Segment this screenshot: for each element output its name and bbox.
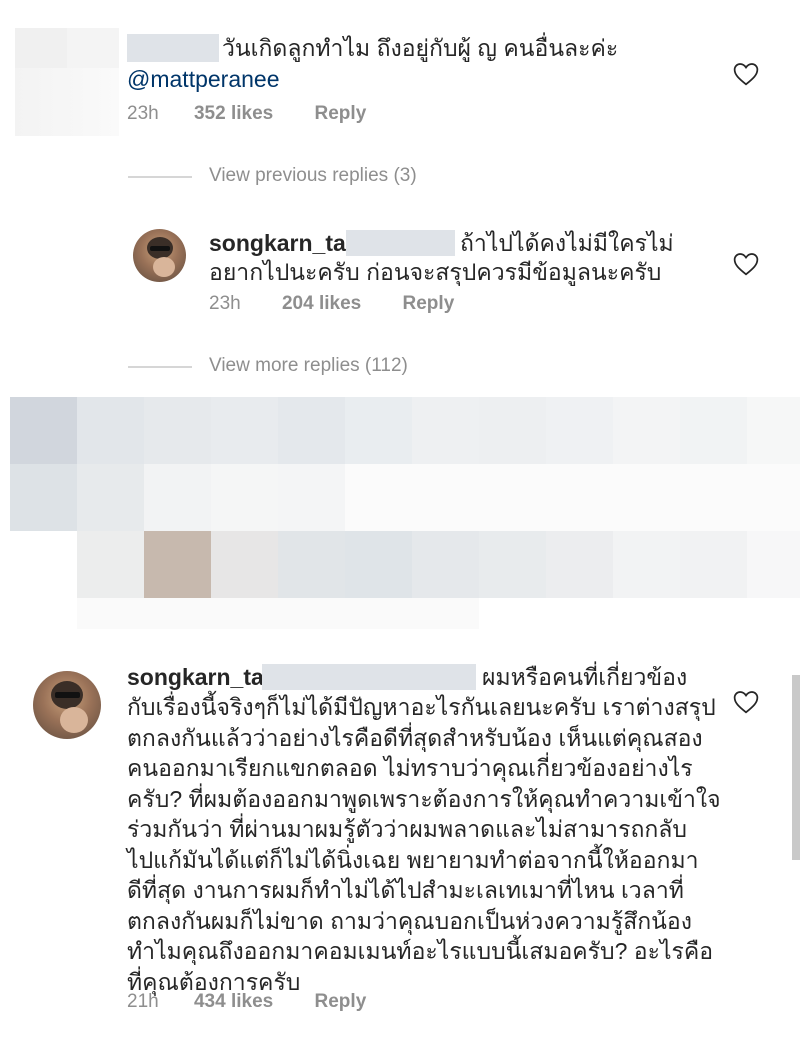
reply-button[interactable]: Reply (403, 293, 455, 314)
avatar[interactable] (33, 671, 101, 739)
divider-line (128, 366, 192, 368)
view-more-replies[interactable]: View more replies (112) (209, 355, 408, 377)
reply-text: ถ้าไปได้คงไม่มีใครไม่ (460, 230, 674, 256)
comment-line: กับเรื่องนี้จริงๆก็ไม่ได้มีปัญหาอะไรกันเ… (127, 694, 716, 720)
reply-text: อยากไปนะครับ ก่อนจะสรุปควรมีข้อมูลนะครับ (209, 259, 662, 285)
view-previous-replies[interactable]: View previous replies (3) (209, 165, 417, 187)
reply-text-line: songkarn_tae (209, 228, 359, 259)
comment-line: ไปแก้มันได้แต่ก็ไม่ได้นิ่งเฉย พยายามทำต่… (127, 846, 699, 873)
likes-count[interactable]: 434 likes (194, 991, 273, 1012)
comment-header: songkarn_tae (127, 662, 277, 693)
scrollbar[interactable] (792, 675, 800, 860)
username[interactable]: songkarn_tae (127, 664, 277, 690)
avatar[interactable] (133, 229, 186, 282)
comment-line: ร่วมกันว่า ที่ผ่านมาผมรู้ตัวว่าผมพลาดและ… (127, 816, 687, 842)
comment-line: ดีที่สุด งานการผมก็ทำไม่ได้ไปสำมะเลเทเมา… (127, 877, 684, 903)
username[interactable]: songkarn_tae (209, 230, 359, 256)
timestamp: 21h (127, 991, 159, 1012)
reply-button[interactable]: Reply (315, 103, 367, 124)
comment-line: ตกลงกันผมก็ไม่ขาด ถามว่าคุณบอกเป็นห่วงคว… (127, 907, 692, 934)
likes-count[interactable]: 204 likes (282, 293, 361, 314)
comment-line: ผมหรือคนที่เกี่ยวข้อง (482, 664, 688, 690)
comment-text: วันเกิดลูกทำไม ถึงอยู่กับผู้ ญ คนอื่นละค… (222, 35, 619, 61)
heart-outline-icon[interactable] (733, 252, 759, 276)
likes-count[interactable]: 352 likes (194, 103, 273, 124)
reply-meta: 23h 204 likes Reply (209, 293, 454, 315)
timestamp: 23h (127, 103, 159, 124)
heart-outline-icon[interactable] (733, 690, 759, 714)
comment-body: กับเรื่องนี้จริงๆก็ไม่ได้มีปัญหาอะไรกันเ… (127, 692, 721, 997)
comment-line: คนออกมาเรียกแขกตลอด ไม่ทราบว่าคุณเกี่ยวข… (127, 755, 693, 781)
pixelated-avatar-block (15, 28, 67, 68)
pixelated-avatar-block (67, 28, 119, 68)
redacted-mention (346, 230, 455, 256)
heart-outline-icon[interactable] (733, 62, 759, 86)
divider-line (128, 176, 192, 178)
reply-button[interactable]: Reply (315, 991, 367, 1012)
redacted-mention (262, 664, 476, 690)
comment-meta: 23h 352 likes Reply (127, 103, 366, 125)
pixelated-censored-region (10, 397, 800, 629)
redacted-username (127, 34, 219, 62)
timestamp: 23h (209, 293, 241, 314)
comment-line: ตกลงกันแล้วว่าอย่างไรคือดีที่สุดสำหรับน้… (127, 724, 703, 751)
mention-link[interactable]: @mattperanee (127, 64, 280, 95)
comment-line: ทำไมคุณถึงออกมาคอมเมนท์อะไรแบบนี้เสมอครั… (127, 938, 714, 964)
comment-line: ครับ? ที่ผมต้องออกมาพูดเพราะต้องการให้คุ… (127, 785, 721, 812)
comment-meta: 21h 434 likes Reply (127, 991, 366, 1013)
